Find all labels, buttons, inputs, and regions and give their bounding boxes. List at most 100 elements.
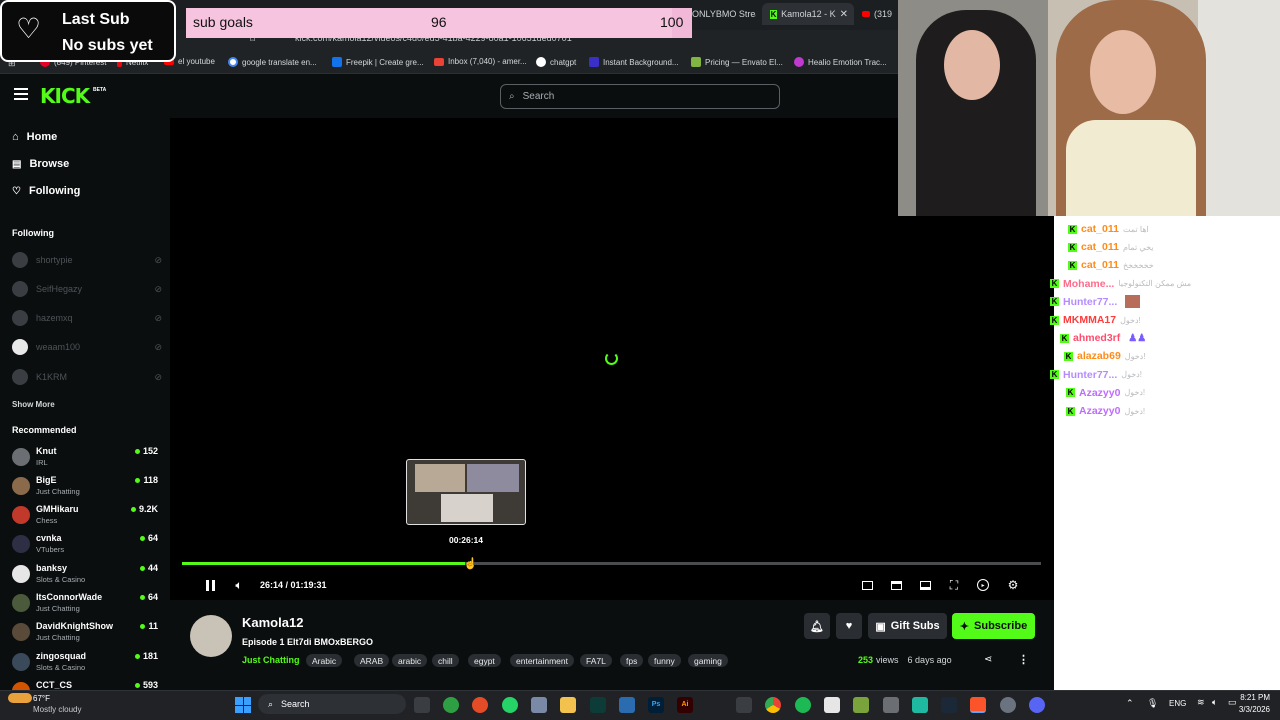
photoshop-icon[interactable]: Ps [648, 697, 664, 713]
theater-mode-button[interactable] [889, 578, 903, 592]
nav-following[interactable]: ♡ Following [12, 185, 80, 197]
browser-app-icon[interactable] [472, 697, 488, 713]
camera-app-icon[interactable] [531, 697, 547, 713]
weather-icon[interactable] [8, 693, 32, 703]
recommended-item[interactable]: Knut IRL 152 [12, 446, 162, 472]
chat-username[interactable]: MKMMA17 [1063, 314, 1116, 326]
miniplayer-button[interactable] [860, 578, 874, 592]
browser-tab[interactable]: ONLYBMO Stream [692, 4, 756, 24]
spotify-icon[interactable] [795, 697, 811, 713]
clock-date[interactable]: 3/3/2026 [1230, 705, 1270, 714]
gift-subs-button[interactable]: ▣ Gift Subs [868, 613, 947, 639]
notification-bell-button[interactable]: 🔔︎ [804, 613, 830, 639]
terminal-icon[interactable] [590, 697, 606, 713]
share-icon[interactable]: ⋖ [984, 654, 992, 665]
chat-username[interactable]: cat_011 [1081, 241, 1119, 253]
app-icon[interactable] [883, 697, 899, 713]
show-more-link[interactable]: Show More [12, 400, 55, 409]
subscribe-button[interactable]: ✦ Subscribe [952, 613, 1035, 639]
browser-tab-active[interactable]: K Kamola12 - K ✕ [762, 3, 854, 25]
task-view-icon[interactable] [414, 697, 430, 713]
bookmark[interactable]: Inbox (7,040) - amer... [434, 57, 527, 66]
chat-username[interactable]: Azazyy0 [1079, 387, 1120, 399]
illustrator-icon[interactable]: Ai [677, 697, 693, 713]
microphone-icon[interactable]: 🎙︎ [1147, 698, 1158, 709]
nav-home[interactable]: ⌂ Home [12, 131, 57, 143]
bookmark[interactable]: Freepik | Create gre... [332, 57, 424, 67]
speaker-icon[interactable]: 🔈︎ [1212, 697, 1217, 708]
chat-username[interactable]: ahmed3rf [1073, 332, 1120, 344]
recommended-item[interactable]: DavidKnightShow Just Chatting 11 [12, 621, 162, 647]
settings-button[interactable]: ⚙ [1006, 578, 1020, 592]
chat-username[interactable]: Azazyy0 [1079, 405, 1120, 417]
chat-username[interactable]: Hunter77... [1063, 296, 1117, 308]
tag-pill[interactable]: entertainment [510, 654, 574, 667]
recommended-item[interactable]: zingosquad Slots & Casino 181 [12, 651, 162, 677]
following-item[interactable]: SeifHegazy ⊘ [12, 281, 162, 297]
menu-hamburger-icon[interactable] [14, 88, 28, 100]
bookmark[interactable]: Healio Emotion Trac... [794, 57, 887, 67]
wide-mode-button[interactable] [918, 578, 932, 592]
recommended-item[interactable]: banksy Slots & Casino 44 [12, 563, 162, 589]
tag-pill[interactable]: arabic [392, 654, 428, 667]
whatsapp-icon[interactable] [502, 697, 518, 713]
chat-username[interactable]: cat_011 [1081, 223, 1119, 235]
tag-pill[interactable]: egypt [468, 654, 501, 667]
category-link[interactable]: Just Chatting [242, 655, 300, 665]
chat-username[interactable]: Hunter77... [1063, 369, 1117, 381]
channel-name[interactable]: Kamola12 [242, 615, 303, 630]
language-indicator[interactable]: ENG [1169, 699, 1186, 708]
tag-pill[interactable]: gaming [688, 654, 728, 667]
kick-logo[interactable]: KICK [40, 84, 90, 108]
recommended-item[interactable]: cvnka VTubers 64 [12, 533, 162, 559]
recommended-item[interactable]: BigE Just Chatting 118 [12, 475, 162, 501]
following-item[interactable]: K1KRM ⊘ [12, 369, 162, 385]
tag-pill[interactable]: funny [648, 654, 681, 667]
tag-pill[interactable]: chill [432, 654, 459, 667]
brave-icon[interactable] [970, 697, 986, 713]
following-item[interactable]: hazemxq ⊘ [12, 310, 162, 326]
following-item[interactable]: shortypie ⊘ [12, 252, 162, 268]
bookmark[interactable]: Instant Background... [589, 57, 679, 67]
clock-time[interactable]: 8:21 PM [1238, 693, 1270, 702]
app-icon[interactable] [443, 697, 459, 713]
windows-start-icon[interactable] [235, 697, 251, 713]
taskbar-search[interactable]: ⌕ Search [258, 694, 406, 714]
app-icon[interactable] [853, 697, 869, 713]
pause-button[interactable] [203, 578, 217, 592]
settings-app-icon[interactable] [1000, 697, 1016, 713]
search-input[interactable]: ⌕ Search [500, 84, 780, 109]
follow-heart-button[interactable]: ♥ [836, 613, 862, 639]
browser-tab[interactable]: (319 [862, 4, 898, 24]
chevron-up-icon[interactable]: ⌃ [1126, 698, 1134, 709]
chat-username[interactable]: alazab69 [1077, 350, 1121, 362]
more-options-icon[interactable]: ⋮ [1018, 653, 1029, 666]
volume-button[interactable]: 🔈︎ [232, 578, 246, 592]
chat-username[interactable]: Mohame... [1063, 278, 1114, 290]
bookmark[interactable]: google translate en... [228, 57, 317, 67]
fullscreen-button[interactable]: ⛶ [947, 578, 961, 592]
steam-icon[interactable] [941, 697, 957, 713]
following-item[interactable]: weaam100 ⊘ [12, 339, 162, 355]
photos-icon[interactable] [619, 697, 635, 713]
wifi-icon[interactable]: ≋ [1197, 697, 1205, 708]
tag-pill[interactable]: ARAB [354, 654, 390, 667]
chat-username[interactable]: cat_011 [1081, 259, 1119, 271]
discord-icon[interactable] [1029, 697, 1045, 713]
close-tab-icon[interactable]: ✕ [840, 9, 848, 20]
chrome-icon[interactable] [765, 697, 781, 713]
tag-pill[interactable]: FA7L [580, 654, 612, 667]
tag-pill[interactable]: fps [620, 654, 644, 667]
recommended-item[interactable]: ItsConnorWade Just Chatting 64 [12, 592, 162, 618]
nav-browse[interactable]: ▤ Browse [12, 158, 69, 170]
tag-pill[interactable]: Arabic [306, 654, 343, 667]
speed-button[interactable]: ▸ [976, 578, 990, 592]
app-icon[interactable] [912, 697, 928, 713]
bookmark[interactable]: chatgpt [536, 57, 576, 67]
app-icon[interactable] [736, 697, 752, 713]
channel-avatar[interactable] [190, 615, 232, 657]
bookmark[interactable]: Pricing — Envato El... [691, 57, 783, 67]
notepad-icon[interactable] [824, 697, 840, 713]
recommended-item[interactable]: GMHikaru Chess 9.2K [12, 504, 162, 530]
file-explorer-icon[interactable] [560, 697, 576, 713]
